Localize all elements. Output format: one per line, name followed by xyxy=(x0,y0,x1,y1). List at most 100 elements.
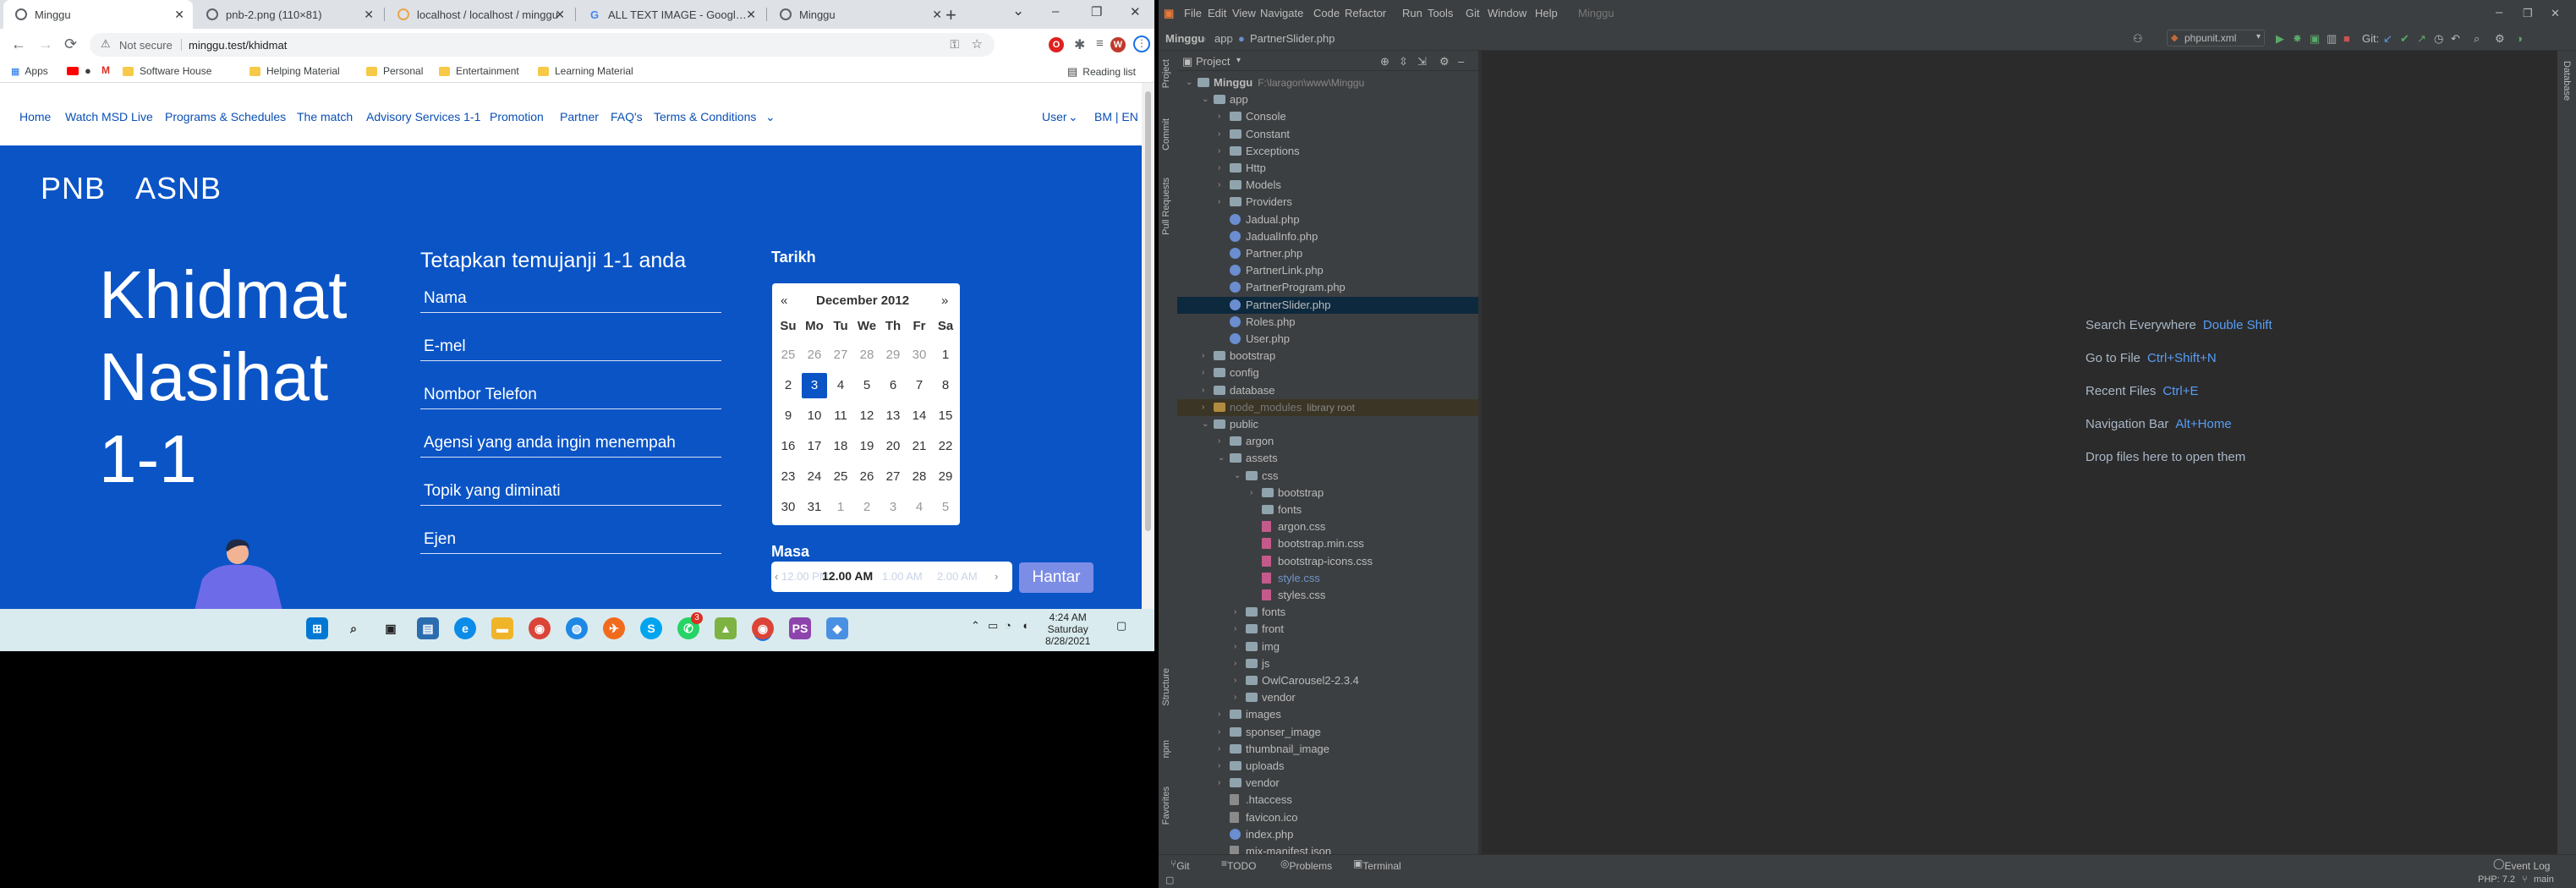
settings-gear-icon[interactable]: ⚙ xyxy=(2495,32,2505,46)
calendar-day[interactable]: 30 xyxy=(907,343,932,368)
chevron-right-icon[interactable]: › xyxy=(1234,604,1236,621)
tree-folder[interactable]: ⌄ public xyxy=(1177,416,1478,433)
gear-icon[interactable]: ⚙ xyxy=(1439,55,1450,69)
calendar-day[interactable]: 11 xyxy=(828,403,853,429)
chrome-taskbar-icon[interactable]: ◉ xyxy=(529,617,551,639)
code-with-me-icon[interactable]: ◑ xyxy=(2516,32,2523,45)
php-version[interactable]: PHP: 7.2 xyxy=(2478,874,2515,885)
tree-folder[interactable]: ⌄ Minggu F:\laragon\www\Minggu xyxy=(1177,74,1478,91)
close-tab-icon[interactable]: ✕ xyxy=(364,8,374,22)
calendar-day[interactable]: 26 xyxy=(802,343,827,368)
agency-field[interactable]: Agensi yang anda ingin menempah xyxy=(420,432,721,458)
user-menu[interactable]: User xyxy=(1042,110,1067,123)
system-clock[interactable]: 4:24 AM Saturday 8/28/2021 xyxy=(1045,611,1090,647)
close-tab-icon[interactable]: ✕ xyxy=(555,8,565,22)
tree-file[interactable]: index.php xyxy=(1177,826,1478,843)
start-icon[interactable]: ⊞ xyxy=(306,617,328,639)
tree-file[interactable]: Roles.php xyxy=(1177,314,1478,331)
chevron-right-icon[interactable]: › xyxy=(1218,724,1220,741)
git-commit-icon[interactable]: ✔ xyxy=(2400,32,2409,46)
minimize-button[interactable]: – xyxy=(1052,4,1059,19)
chevron-down-icon[interactable]: ⌄ xyxy=(1234,468,1241,485)
chevron-right-icon[interactable]: › xyxy=(1218,741,1220,758)
calendar-day[interactable]: 23 xyxy=(776,464,801,490)
tree-file[interactable]: JadualInfo.php xyxy=(1177,228,1478,245)
calendar-day[interactable]: 2 xyxy=(854,495,880,520)
chevron-right-icon[interactable]: › xyxy=(1234,689,1236,706)
calendar-day[interactable]: 27 xyxy=(880,464,906,490)
run-config-selector[interactable]: ◆ phpunit.xml ▾ xyxy=(2167,30,2265,47)
avatar[interactable]: W xyxy=(1110,37,1126,52)
menu-code[interactable]: Code xyxy=(1313,7,1340,19)
tree-folder[interactable]: › node_modules library root xyxy=(1177,398,1478,416)
chevron-right-icon[interactable]: › xyxy=(1218,758,1220,775)
tree-folder[interactable]: › img xyxy=(1177,639,1478,655)
menu-navigate[interactable]: Navigate xyxy=(1260,7,1303,19)
agent-field[interactable]: Ejen xyxy=(420,529,721,554)
chevron-right-icon[interactable]: › xyxy=(1234,621,1236,638)
menu-help[interactable]: Help xyxy=(1535,7,1558,19)
bookmark-folder[interactable]: Entertainment xyxy=(439,65,519,77)
calendar-day[interactable]: 26 xyxy=(854,464,880,490)
commit-tool-tab[interactable]: Commit xyxy=(1161,118,1171,151)
chevron-right-icon[interactable]: › xyxy=(1218,160,1220,177)
menu-file[interactable]: File xyxy=(1184,7,1202,19)
menu-window[interactable]: Window xyxy=(1488,7,1526,19)
chevron-right-icon[interactable]: › xyxy=(1218,126,1220,143)
problems-tool-tab[interactable]: ◎ Problems xyxy=(1280,858,1332,872)
tree-folder[interactable]: › argon xyxy=(1177,433,1478,450)
tree-file[interactable]: PartnerLink.php xyxy=(1177,262,1478,279)
calendar-day[interactable]: 12 xyxy=(854,403,880,429)
tree-file[interactable]: favicon.ico xyxy=(1177,809,1478,826)
calendar-day[interactable]: 16 xyxy=(776,434,801,459)
calendar-day[interactable]: 2 xyxy=(776,373,801,398)
time-option[interactable]: 1.00 AM xyxy=(882,570,923,583)
tree-file[interactable]: PartnerSlider.php xyxy=(1177,296,1478,314)
run-icon[interactable]: ▶ xyxy=(2276,32,2284,46)
phpstorm-icon[interactable]: PS xyxy=(789,617,811,639)
calendar-day[interactable]: 29 xyxy=(933,464,958,490)
tab-phpmyadmin[interactable]: localhost / localhost / minggu ✕ xyxy=(386,0,573,29)
postman-icon[interactable]: ✈ xyxy=(603,617,625,639)
menu-view[interactable]: View xyxy=(1232,7,1256,19)
rollback-icon[interactable]: ↶ xyxy=(2451,32,2460,46)
browser-icon[interactable]: ◍ xyxy=(566,617,588,639)
calendar-day[interactable]: 17 xyxy=(802,434,827,459)
tree-file[interactable]: styles.css xyxy=(1177,587,1478,604)
history-icon[interactable]: ◷ xyxy=(2434,32,2443,46)
hide-panel-icon[interactable]: – xyxy=(1458,55,1464,68)
submit-button[interactable]: Hantar xyxy=(1019,562,1093,593)
chevron-right-icon[interactable]: › xyxy=(1218,177,1220,194)
date-picker[interactable]: « December 2012 » Su Mo Tu We Th Fr Sa 2… xyxy=(772,283,960,525)
widgets-icon[interactable]: ▤ xyxy=(417,617,439,639)
structure-tool-tab[interactable]: Structure xyxy=(1161,668,1171,706)
chevron-right-icon[interactable]: › xyxy=(1218,108,1220,125)
scroll-left-icon[interactable]: ‹ xyxy=(775,570,778,583)
calendar-day[interactable]: 24 xyxy=(802,464,827,490)
calendar-day[interactable]: 28 xyxy=(854,343,880,368)
ide-search-icon[interactable]: ⌕ xyxy=(2474,32,2480,46)
address-bar[interactable]: ⚠ Not secure minggu.test/khidmat ⚿ ☆ xyxy=(90,33,995,57)
minimize-button[interactable]: – xyxy=(2496,5,2502,19)
toggle-panels-icon[interactable]: ▢ xyxy=(1165,874,1174,885)
file-explorer-icon[interactable]: ▬ xyxy=(491,617,513,639)
tree-file[interactable]: argon.css xyxy=(1177,518,1478,535)
maximize-button[interactable]: ❐ xyxy=(2523,7,2533,20)
bookmark-folder[interactable]: Learning Material xyxy=(538,65,633,77)
calendar-day[interactable]: 22 xyxy=(933,434,958,459)
show-hidden-icons[interactable]: ⌃ xyxy=(971,619,980,633)
chevron-right-icon[interactable]: › xyxy=(1202,365,1204,381)
tab-google-search[interactable]: G ALL TEXT IMAGE - Google Se ✕ xyxy=(577,0,765,29)
nav-advisory[interactable]: Advisory Services 1-1 xyxy=(366,110,480,123)
nav-watch-live[interactable]: Watch MSD Live xyxy=(65,110,153,123)
search-icon[interactable]: ⌕ xyxy=(343,617,364,639)
tree-folder[interactable]: › thumbnail_image xyxy=(1177,741,1478,758)
tree-folder[interactable]: fonts xyxy=(1177,502,1478,518)
name-field[interactable]: Nama xyxy=(420,288,721,313)
tree-file[interactable]: bootstrap-icons.css xyxy=(1177,553,1478,570)
pull-requests-tool-tab[interactable]: Pull Requests xyxy=(1161,178,1171,235)
chevron-right-icon[interactable]: › xyxy=(1202,382,1204,399)
chevron-right-icon[interactable]: › xyxy=(1234,655,1236,672)
hint-navigation-bar[interactable]: Navigation Bar Alt+Home xyxy=(2085,417,2232,431)
calendar-day[interactable]: 7 xyxy=(907,373,932,398)
